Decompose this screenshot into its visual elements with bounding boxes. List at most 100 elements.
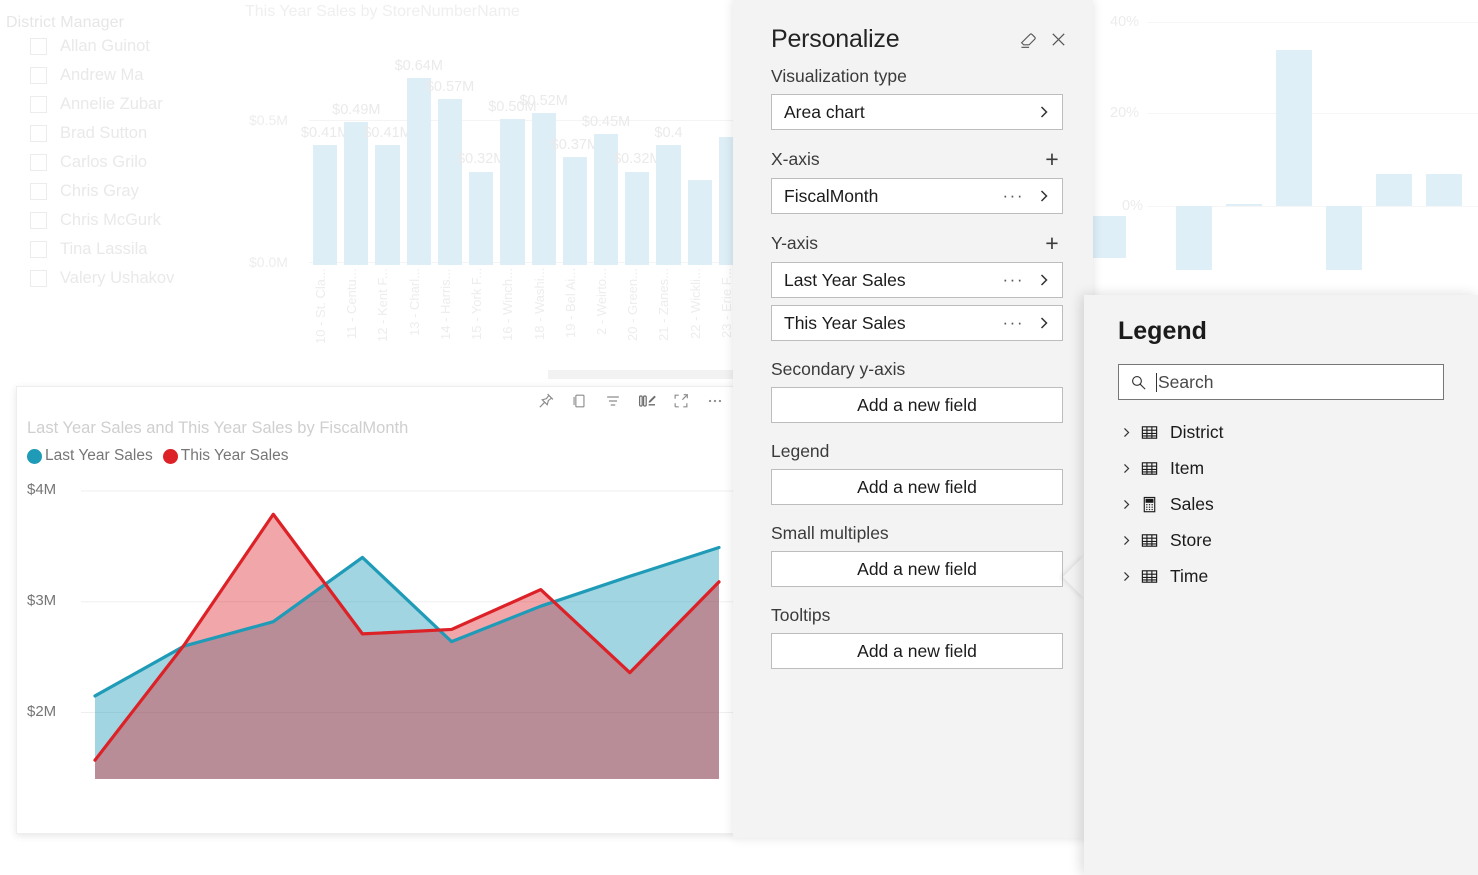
field-pill[interactable]: FiscalMonth ··· bbox=[771, 178, 1063, 214]
slicer-item[interactable]: Chris Gray bbox=[0, 177, 240, 206]
eraser-icon[interactable] bbox=[1013, 24, 1043, 54]
slicer-checkbox[interactable] bbox=[30, 125, 47, 142]
add-new-field-button[interactable]: Add a new field bbox=[771, 633, 1063, 669]
bar[interactable]: $0.49M bbox=[332, 55, 381, 265]
slicer-item[interactable]: Allan Guinot bbox=[0, 32, 240, 61]
slicer-checkbox[interactable] bbox=[30, 38, 47, 55]
text-cursor bbox=[1156, 372, 1157, 392]
area-chart-visual[interactable]: Last Year Sales and This Year Sales by F… bbox=[16, 386, 736, 834]
bar[interactable]: $0.37M bbox=[551, 55, 599, 265]
tree-item-time[interactable]: Time bbox=[1084, 558, 1478, 594]
bar[interactable]: $0.41M bbox=[301, 55, 349, 265]
field-menu-icon[interactable]: ··· bbox=[1003, 270, 1024, 290]
chevron-right-icon[interactable] bbox=[1036, 315, 1052, 331]
field-pill[interactable]: Area chart bbox=[771, 94, 1063, 130]
more-options-icon[interactable] bbox=[705, 391, 725, 411]
pin-icon[interactable] bbox=[535, 391, 555, 411]
field-pill[interactable]: This Year Sales ··· bbox=[771, 305, 1063, 341]
chevron-right-icon[interactable] bbox=[1036, 104, 1052, 120]
store-chart-scrollbar[interactable] bbox=[548, 370, 753, 379]
add-new-field-button[interactable]: Add a new field bbox=[771, 551, 1063, 587]
bar[interactable]: $0.4 bbox=[654, 55, 683, 265]
bar-value-label: $0.41M bbox=[363, 125, 412, 142]
bar-value-label: $0.45M bbox=[581, 113, 631, 130]
slicer-checkbox[interactable] bbox=[30, 183, 47, 200]
field-menu-icon[interactable]: ··· bbox=[1003, 186, 1024, 206]
percent-bar-chart[interactable]: 40% 20% 0% bbox=[1100, 0, 1478, 320]
filter-icon[interactable] bbox=[603, 391, 623, 411]
percent-bar[interactable] bbox=[1426, 173, 1462, 206]
field-pill-label: FiscalMonth bbox=[784, 185, 879, 206]
tree-item-store[interactable]: Store bbox=[1084, 522, 1478, 558]
slicer-checkbox[interactable] bbox=[30, 96, 47, 113]
percent-bar[interactable] bbox=[1326, 206, 1362, 271]
slicer-checkbox[interactable] bbox=[30, 270, 47, 287]
personalize-pane[interactable]: Personalize Visualization type Area chart… bbox=[733, 0, 1093, 838]
slicer-item-label: Allan Guinot bbox=[60, 37, 150, 55]
add-new-field-button[interactable]: Add a new field bbox=[771, 469, 1063, 505]
slicer-item[interactable]: Annelie Zubar bbox=[0, 90, 240, 119]
bar[interactable]: $0.32M bbox=[457, 55, 505, 265]
slicer-item[interactable]: Carlos Grilo bbox=[0, 148, 240, 177]
field-menu-icon[interactable]: ··· bbox=[1003, 313, 1024, 333]
field-pill[interactable]: Last Year Sales ··· bbox=[771, 262, 1063, 298]
bar-category-label: 20 - Green... bbox=[625, 268, 641, 341]
slicer-checkbox[interactable] bbox=[30, 67, 47, 84]
field-group: X-axis + FiscalMonth ··· bbox=[771, 148, 1063, 214]
chevron-right-icon[interactable] bbox=[1120, 426, 1140, 439]
slicer-item[interactable]: Chris McGurk bbox=[0, 206, 240, 235]
tree-item-district[interactable]: District bbox=[1084, 414, 1478, 450]
percent-chart-bars bbox=[1148, 10, 1478, 305]
bar-category-label: 2 - Weirto... bbox=[593, 268, 609, 335]
legend-item-this-year-sales[interactable]: This Year Sales bbox=[162, 447, 288, 465]
chevron-right-icon[interactable] bbox=[1120, 462, 1140, 475]
percent-bar[interactable] bbox=[1276, 49, 1312, 206]
chevron-right-icon[interactable] bbox=[1120, 534, 1140, 547]
bar-value-label: $0.64M bbox=[394, 58, 443, 75]
slicer-item-label: Brad Sutton bbox=[60, 124, 148, 142]
slicer-checkbox[interactable] bbox=[30, 154, 47, 171]
bar[interactable] bbox=[687, 55, 712, 265]
chevron-right-icon[interactable] bbox=[1120, 570, 1140, 583]
close-icon[interactable] bbox=[1043, 24, 1073, 54]
bar[interactable]: $0.50M bbox=[488, 55, 537, 265]
district-manager-slicer[interactable]: District Manager Allan Guinot Andrew Ma An… bbox=[0, 14, 240, 293]
tree-item-item[interactable]: Item bbox=[1084, 450, 1478, 486]
slicer-item[interactable]: Andrew Ma bbox=[0, 61, 240, 90]
add-new-field-button[interactable]: Add a new field bbox=[771, 387, 1063, 423]
percent-bar[interactable] bbox=[1376, 173, 1412, 206]
tree-item-label: District bbox=[1170, 421, 1224, 442]
field-group-label: X-axis bbox=[771, 149, 820, 169]
percent-chart-bar-partial bbox=[1090, 216, 1126, 258]
percent-chart-ytick-2: 0% bbox=[1122, 198, 1143, 214]
legend-flyout[interactable]: Legend Search District Item Sales Store Time bbox=[1084, 295, 1478, 875]
chevron-right-icon[interactable] bbox=[1120, 498, 1140, 511]
percent-bar[interactable] bbox=[1176, 206, 1212, 271]
bar-value-label: $0.41M bbox=[300, 125, 350, 142]
bar[interactable]: $0.41M bbox=[363, 55, 412, 265]
slicer-item[interactable]: Tina Lassila bbox=[0, 235, 240, 264]
bar[interactable]: $0.32M bbox=[613, 55, 661, 265]
slicer-item[interactable]: Brad Sutton bbox=[0, 119, 240, 148]
field-group: Secondary y-axis Add a new field bbox=[771, 359, 1063, 423]
plus-icon[interactable]: + bbox=[1041, 232, 1063, 255]
slicer-item[interactable]: Valery Ushakov bbox=[0, 264, 240, 293]
legend-item-last-year-sales[interactable]: Last Year Sales bbox=[27, 447, 153, 465]
plus-icon[interactable]: + bbox=[1041, 148, 1063, 171]
percent-bar[interactable] bbox=[1226, 203, 1262, 206]
search-input[interactable]: Search bbox=[1118, 364, 1444, 400]
phone-icon[interactable] bbox=[569, 391, 589, 411]
slicer-checkbox[interactable] bbox=[30, 241, 47, 258]
legend-swatch-last-year bbox=[27, 448, 42, 464]
store-sales-bar-chart[interactable]: This Year Sales by StoreNumberName $0.5M… bbox=[243, 0, 753, 385]
personalize-icon[interactable] bbox=[637, 391, 657, 411]
legend-flyout-title: Legend bbox=[1118, 317, 1207, 345]
tree-item-sales[interactable]: Sales bbox=[1084, 486, 1478, 522]
slicer-checkbox[interactable] bbox=[30, 212, 47, 229]
focus-icon[interactable] bbox=[671, 391, 691, 411]
chevron-right-icon[interactable] bbox=[1036, 272, 1052, 288]
chevron-right-icon[interactable] bbox=[1036, 188, 1052, 204]
bar[interactable]: $0.52M bbox=[519, 55, 568, 265]
field-group: Y-axis + Last Year Sales ··· This Year Sales… bbox=[771, 232, 1063, 341]
chart-ytick: $3M bbox=[27, 591, 57, 609]
